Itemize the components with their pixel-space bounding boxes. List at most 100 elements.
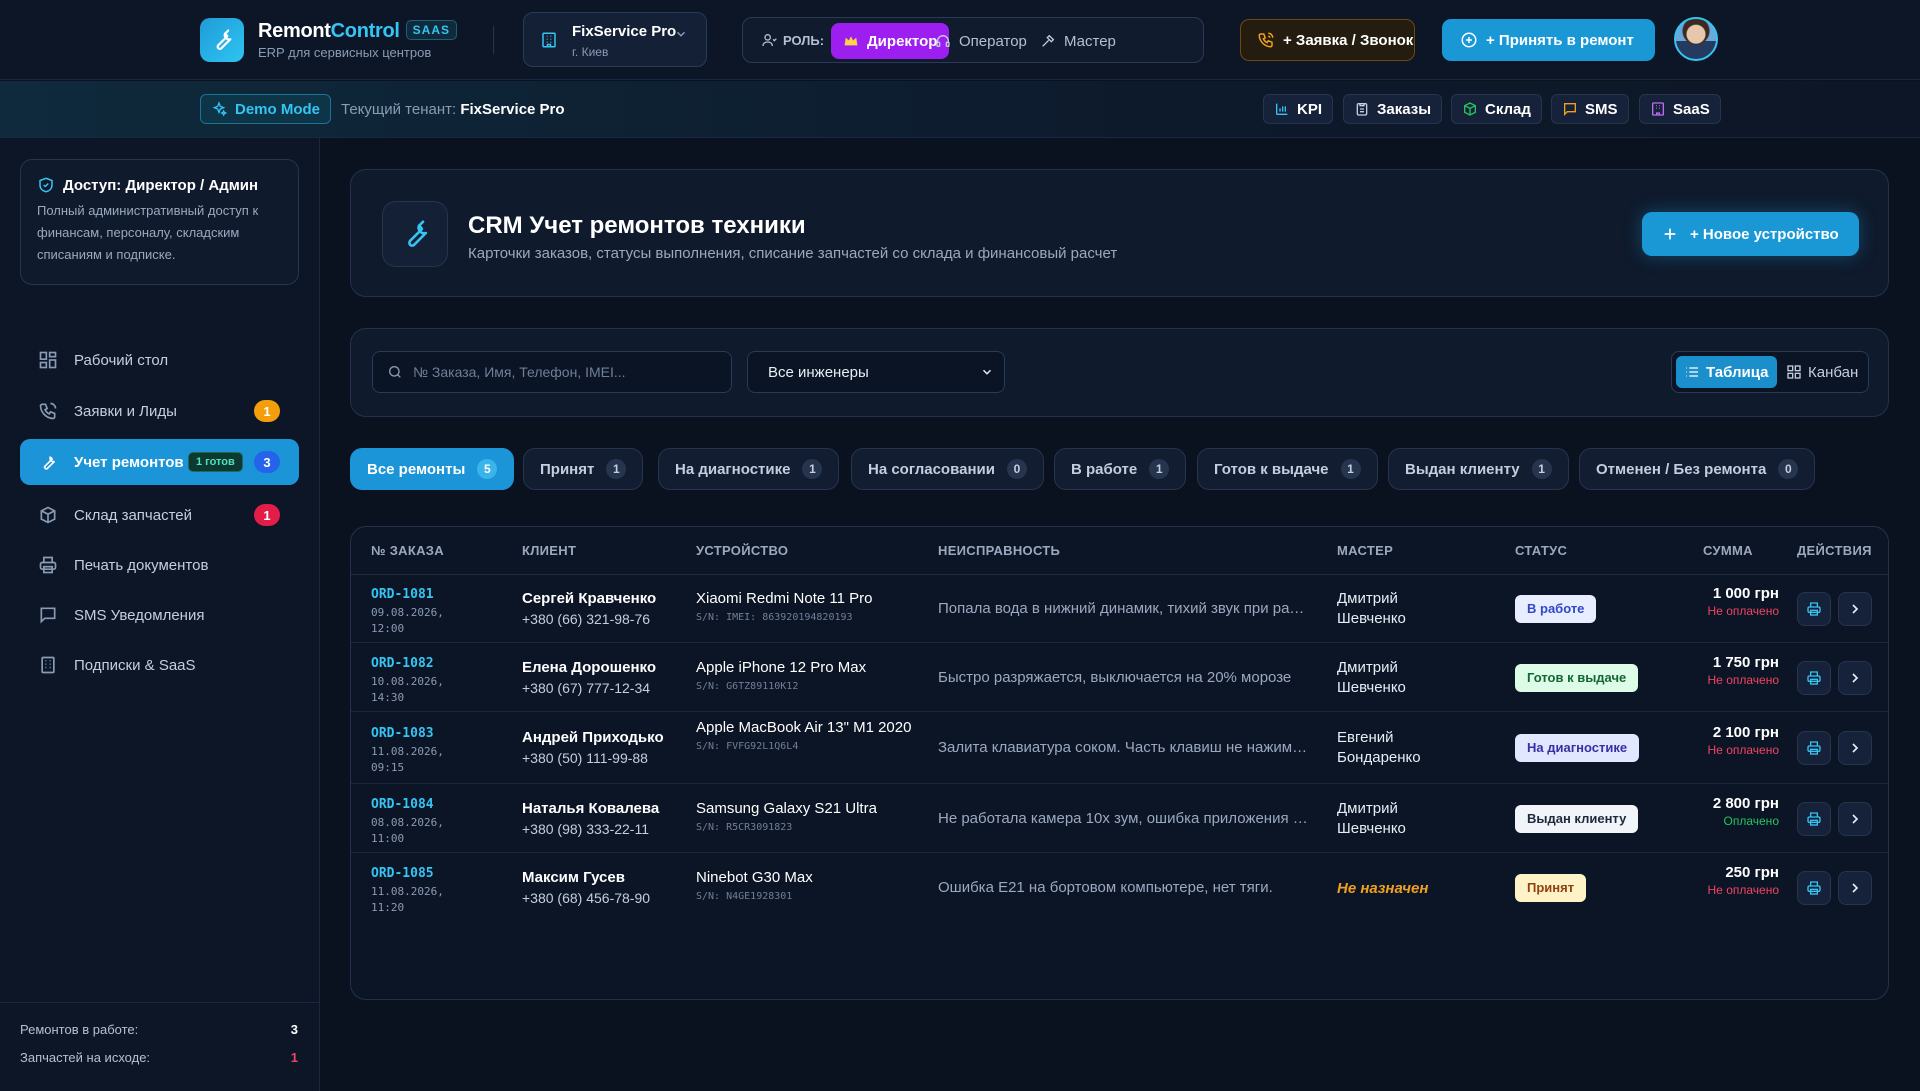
quick-link-kpi[interactable]: KPI — [1263, 94, 1334, 124]
tab-all[interactable]: Все ремонты 5 — [350, 448, 515, 490]
tab-diagnostics[interactable]: На диагностике 1 — [658, 448, 840, 490]
app-logo[interactable]: RemontControl SAAS ERP для сервисных цент… — [258, 20, 457, 60]
quick-link-orders[interactable]: Заказы — [1343, 94, 1443, 124]
status-badge[interactable]: Выдан клиенту — [1515, 804, 1639, 833]
tab-in-progress[interactable]: В работе 1 — [1054, 448, 1187, 490]
device-cell: Apple MacBook Air 13" M1 2020 S/N: FVFG9… — [696, 718, 916, 752]
search-input[interactable] — [413, 364, 713, 380]
issue-text: Ошибка E21 на бортовом компьютере, нет т… — [938, 879, 1273, 896]
client-name: Елена Дорошенко — [522, 658, 656, 676]
printer-icon — [1807, 602, 1821, 616]
tab-accepted[interactable]: Принят 1 — [523, 448, 644, 490]
role-master-button[interactable]: Мастер — [1028, 23, 1128, 59]
sidebar-item-warehouse[interactable]: Склад запчастей 1 — [20, 492, 299, 538]
printer-icon — [1807, 811, 1821, 826]
quick-link-saas[interactable]: SaaS — [1639, 94, 1721, 124]
device-cell: Samsung Galaxy S21 Ultra S/N: R5CR309182… — [696, 799, 916, 833]
column-header-device[interactable]: УСТРОЙСТВО — [696, 543, 788, 558]
sidebar-item-sms[interactable]: SMS Уведомления — [20, 592, 299, 638]
table-row[interactable]: ORD-1083 11.08.2026, 09:15 Андрей Приходь… — [351, 712, 1888, 784]
sidebar-item-repairs[interactable]: Учет ремонтов 1 готов 3 — [20, 439, 299, 485]
device-name: Samsung Galaxy S21 Ultra — [696, 799, 877, 817]
logo-wrench-icon — [200, 18, 244, 62]
tab-delivered[interactable]: Выдан клиенту 1 — [1388, 448, 1569, 490]
print-button[interactable] — [1797, 801, 1831, 836]
open-order-button[interactable] — [1838, 731, 1872, 765]
client-name: Сергей Кравченко — [522, 590, 657, 607]
order-id-link[interactable]: ORD-1084 — [371, 797, 444, 812]
amount-value: 2 100 грн — [1712, 724, 1779, 741]
view-kanban-button[interactable]: Канбан — [1778, 356, 1866, 388]
table-row[interactable]: ORD-1081 09.08.2026, 12:00 Сергей Кравчен… — [351, 575, 1888, 643]
clipboard-icon — [1356, 103, 1368, 116]
table-row[interactable]: ORD-1082 10.08.2026, 14:30 Елена Дорошенк… — [351, 643, 1888, 712]
sidebar-item-print[interactable]: Печать документов — [20, 542, 299, 588]
quick-link-warehouse[interactable]: Склад — [1451, 94, 1542, 124]
client-name: Наталья Ковалева — [522, 799, 660, 817]
client-phone: +380 (98) 333-22-11 — [522, 820, 649, 837]
status-badge[interactable]: Готов к выдаче — [1515, 663, 1639, 692]
tab-ready[interactable]: Готов к выдаче 1 — [1197, 448, 1378, 490]
issue-text: Не работала камера 10x зум, ошибка прило… — [938, 809, 1308, 827]
engineer-select[interactable]: Все инженеры — [747, 351, 1005, 393]
status-badge[interactable]: На диагностике — [1515, 734, 1640, 762]
order-id-link[interactable]: ORD-1082 — [371, 656, 444, 671]
print-button[interactable] — [1797, 660, 1831, 695]
divider — [493, 26, 494, 54]
ready-count-tag: 1 готов — [188, 452, 243, 472]
repairs-table: № ЗАКАЗА КЛИЕНТ УСТРОЙСТВО НЕИСПРАВНОСТЬ… — [350, 526, 1889, 1000]
order-id-link[interactable]: ORD-1081 — [371, 587, 444, 602]
demo-mode-badge[interactable]: Demo Mode — [200, 94, 332, 124]
order-id-link[interactable]: ORD-1083 — [371, 726, 444, 741]
view-table-button[interactable]: Таблица — [1676, 356, 1777, 388]
tab-cancelled[interactable]: Отменен / Без ремонта 0 — [1579, 448, 1816, 490]
tab-approval[interactable]: На согласовании 0 — [851, 448, 1044, 490]
open-order-button[interactable] — [1838, 801, 1872, 836]
column-header-status[interactable]: СТАТУС — [1515, 543, 1567, 558]
box-icon — [1464, 102, 1476, 116]
column-header-client[interactable]: КЛИЕНТ — [522, 543, 576, 558]
user-icon — [762, 34, 777, 47]
quick-link-sms[interactable]: SMS — [1551, 94, 1629, 124]
column-header-order[interactable]: № ЗАКАЗА — [371, 543, 444, 558]
column-header-actions: ДЕЙСТВИЯ — [1797, 543, 1872, 558]
sidebar: Доступ: Директор / Админ Полный админист… — [0, 138, 320, 1091]
role-switcher: РОЛЬ: Директор Оператор Мастер — [742, 17, 1204, 63]
table-row[interactable]: ORD-1084 08.08.2026, 11:00 Наталья Ковале… — [351, 784, 1888, 853]
column-header-amount[interactable]: СУММА — [1703, 543, 1753, 558]
status-badge[interactable]: В работе — [1515, 595, 1597, 623]
role-operator-button[interactable]: Оператор — [923, 23, 1039, 59]
table-row[interactable]: ORD-1085 11.08.2026, 11:20 Максим Гусев +… — [351, 853, 1888, 923]
order-id-link[interactable]: ORD-1085 — [371, 866, 444, 881]
client-phone: +380 (68) 456-78-90 — [522, 890, 651, 906]
open-order-button[interactable] — [1838, 871, 1872, 905]
role-label: РОЛЬ: — [761, 32, 824, 48]
requests-count-badge: 1 — [254, 400, 280, 422]
tenant-switcher[interactable]: FixService Pro г. Киев — [523, 12, 707, 67]
new-device-button[interactable]: + Новое устройство — [1642, 212, 1859, 256]
shield-check-icon — [39, 177, 53, 193]
open-order-button[interactable] — [1838, 660, 1872, 695]
app-subtitle: ERP для сервисных центров — [258, 45, 432, 60]
amount-cell: 2 100 грн Не оплачено — [1669, 724, 1779, 758]
amount-value: 2 800 грн — [1712, 794, 1779, 812]
sidebar-item-requests[interactable]: Заявки и Лиды 1 — [20, 388, 299, 434]
print-button[interactable] — [1797, 592, 1831, 626]
open-order-button[interactable] — [1838, 592, 1872, 626]
column-header-issue[interactable]: НЕИСПРАВНОСТЬ — [938, 543, 1060, 558]
sidebar-item-dashboard[interactable]: Рабочий стол — [20, 337, 299, 383]
search-box[interactable] — [372, 351, 732, 393]
filter-bar: Все инженеры Таблица Канбан — [350, 328, 1889, 417]
column-header-master[interactable]: МАСТЕР — [1337, 543, 1393, 558]
print-button[interactable] — [1797, 871, 1831, 905]
sidebar-footer: Ремонтов в работе: 3 Запчастей на исходе:… — [0, 1002, 320, 1091]
print-button[interactable] — [1797, 731, 1831, 765]
user-avatar[interactable] — [1674, 17, 1718, 61]
accept-repair-button[interactable]: + Принять в ремонт — [1442, 19, 1655, 61]
sidebar-item-saas[interactable]: Подписки & SaaS — [20, 642, 299, 688]
grid-icon — [1787, 365, 1801, 379]
new-call-request-button[interactable]: + Заявка / Звонок — [1240, 19, 1415, 61]
status-badge[interactable]: Принят — [1515, 874, 1587, 902]
order-date: 09.08.2026, 12:00 — [371, 606, 444, 635]
amount-value: 1 750 грн — [1712, 653, 1779, 671]
